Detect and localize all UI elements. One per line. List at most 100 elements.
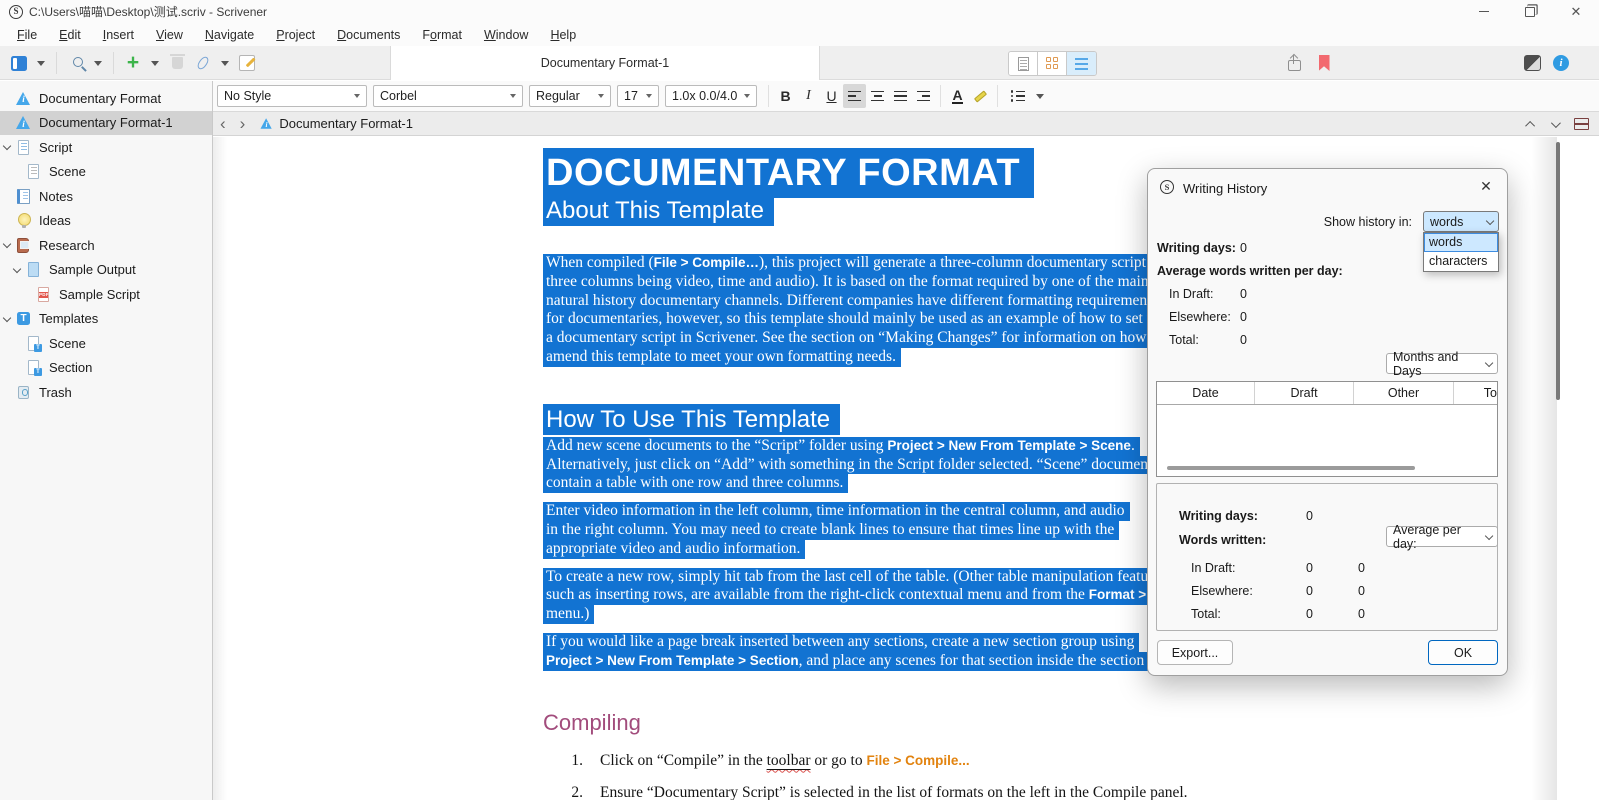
binder-item-notes[interactable]: Notes [0, 184, 212, 209]
selected-text-line: amend this template to meet your own for… [543, 348, 901, 367]
dropdown-option-words[interactable]: words [1424, 233, 1498, 252]
line-spacing-select[interactable]: 1.0x 0.0/4.0 [665, 85, 757, 107]
bookmark-icon[interactable] [1312, 51, 1336, 75]
font-weight-select[interactable]: Regular [529, 85, 611, 107]
menu-window[interactable]: Window [473, 28, 539, 42]
menu-format[interactable]: Format [411, 28, 473, 42]
stat-value: 0 [1240, 287, 1247, 301]
show-history-select[interactable]: words [1423, 211, 1499, 232]
column-header-draft[interactable]: Draft [1255, 382, 1354, 404]
compose-icon[interactable] [236, 52, 258, 74]
binder-item-scene[interactable]: Scene [0, 160, 212, 185]
binder-toggle-caret-icon[interactable] [37, 61, 45, 66]
menu-help[interactable]: Help [539, 28, 587, 42]
menu-view[interactable]: View [145, 28, 194, 42]
per-day-value: Average per day: [1393, 523, 1479, 551]
column-header-total[interactable]: Total [1454, 382, 1498, 404]
menu-insert[interactable]: Insert [92, 28, 145, 42]
dropdown-option-characters[interactable]: characters [1424, 252, 1498, 271]
align-justify-button[interactable] [889, 84, 912, 108]
minimize-button[interactable] [1461, 0, 1507, 23]
binder-item-label: Scene [49, 336, 86, 351]
binder-item-scene[interactable]: Scene [0, 331, 212, 356]
split-editor-icon[interactable] [1574, 118, 1589, 130]
per-day-select[interactable]: Average per day: [1386, 526, 1498, 547]
add-item-caret-icon[interactable] [151, 61, 159, 66]
export-button-label: Export... [1172, 646, 1219, 660]
add-item-icon[interactable]: + [122, 52, 144, 74]
nav-back-icon[interactable]: ‹ [213, 114, 233, 134]
column-header-other[interactable]: Other [1354, 382, 1454, 404]
next-document-icon[interactable] [1551, 118, 1561, 128]
binder-item-label: Trash [39, 385, 72, 400]
ok-button[interactable]: OK [1428, 640, 1498, 665]
editor-header: ‹ › Documentary Format-1 [213, 112, 1599, 136]
text-color-button[interactable]: A [946, 84, 969, 108]
previous-document-icon[interactable] [1525, 120, 1535, 130]
document-tab[interactable]: Documentary Format-1 [390, 46, 820, 80]
binder-item-section[interactable]: Section [0, 356, 212, 381]
compose-mode-icon[interactable] [1520, 51, 1544, 75]
nav-forward-icon[interactable]: › [233, 114, 253, 134]
corkboard-view-button[interactable] [1038, 52, 1067, 75]
binder-item-ideas[interactable]: Ideas [0, 209, 212, 234]
align-center-button[interactable] [866, 84, 889, 108]
binder-toggle-icon[interactable] [8, 52, 30, 74]
share-icon[interactable] [1282, 51, 1306, 75]
outline-view-button[interactable] [1067, 52, 1096, 75]
menu-project[interactable]: Project [265, 28, 326, 42]
list-caret-icon[interactable] [1036, 94, 1044, 99]
menu-edit[interactable]: Edit [48, 28, 92, 42]
binder-item-sample-output[interactable]: Sample Output [0, 258, 212, 283]
section-heading: How To Use This Template [543, 404, 840, 435]
menu-navigate[interactable]: Navigate [194, 28, 265, 42]
paperclip-caret-icon[interactable] [221, 61, 229, 66]
period-select[interactable]: Months and Days [1386, 353, 1498, 374]
underline-button[interactable]: U [820, 84, 843, 108]
search-icon[interactable] [65, 52, 87, 74]
binder-item-documentary-format[interactable]: Documentary Format [0, 86, 212, 111]
chevron-down-icon[interactable] [3, 313, 11, 321]
binder-item-templates[interactable]: Templates [0, 307, 212, 332]
binder-item-script[interactable]: Script [0, 135, 212, 160]
selected-text-line: for documentaries, however, so this temp… [543, 310, 1167, 329]
menu-file[interactable]: File [6, 28, 48, 42]
align-left-button[interactable] [843, 84, 866, 108]
binder-item-sample-script[interactable]: Sample Script [0, 282, 212, 307]
chevron-down-icon[interactable] [3, 240, 11, 248]
editor-scrollbar[interactable] [1556, 142, 1560, 400]
binder-item-research[interactable]: Research [0, 233, 212, 258]
binder-item-label: Documentary Format [39, 91, 161, 106]
export-button[interactable]: Export... [1157, 640, 1233, 665]
numbered-list-item: 2.Ensure “Documentary Script” is selecte… [543, 783, 1553, 800]
align-right-button[interactable] [912, 84, 935, 108]
bold-button[interactable]: B [774, 84, 797, 108]
binder-item-documentary-format-1[interactable]: Documentary Format-1 [0, 111, 212, 136]
font-size-select[interactable]: 17 [617, 85, 659, 107]
font-select[interactable]: Corbel [373, 85, 523, 107]
dialog-close-icon[interactable]: ✕ [1477, 178, 1495, 195]
summary-value-average: 0 [1358, 584, 1365, 598]
info-icon[interactable]: i [1549, 51, 1573, 75]
close-button[interactable]: ✕ [1553, 0, 1599, 23]
search-caret-icon[interactable] [94, 61, 102, 66]
chevron-down-icon[interactable] [13, 264, 21, 272]
highlight-button[interactable] [969, 84, 992, 108]
binder-item-trash[interactable]: Trash [0, 380, 212, 405]
chevron-down-icon[interactable] [3, 142, 11, 150]
list-button[interactable] [1003, 84, 1033, 108]
chevron-down-icon [1486, 216, 1494, 224]
restore-button[interactable] [1507, 0, 1553, 23]
paperclip-icon[interactable] [192, 52, 214, 74]
history-table[interactable]: DateDraftOtherTotal [1156, 381, 1498, 477]
writing-days-label: Writing days: [1157, 241, 1236, 255]
table-hscrollbar[interactable] [1167, 466, 1415, 470]
font-value: Corbel [380, 89, 417, 103]
column-header-date[interactable]: Date [1157, 382, 1255, 404]
document-view-button[interactable] [1009, 52, 1038, 75]
menu-documents[interactable]: Documents [326, 28, 411, 42]
selected-text-line: Add new scene documents to the “Script” … [543, 437, 1140, 456]
italic-button[interactable]: I [797, 84, 820, 108]
title-bar: C:\Users\喵喵\Desktop\测试.scriv - Scrivener… [0, 0, 1599, 23]
style-select[interactable]: No Style [217, 85, 367, 107]
